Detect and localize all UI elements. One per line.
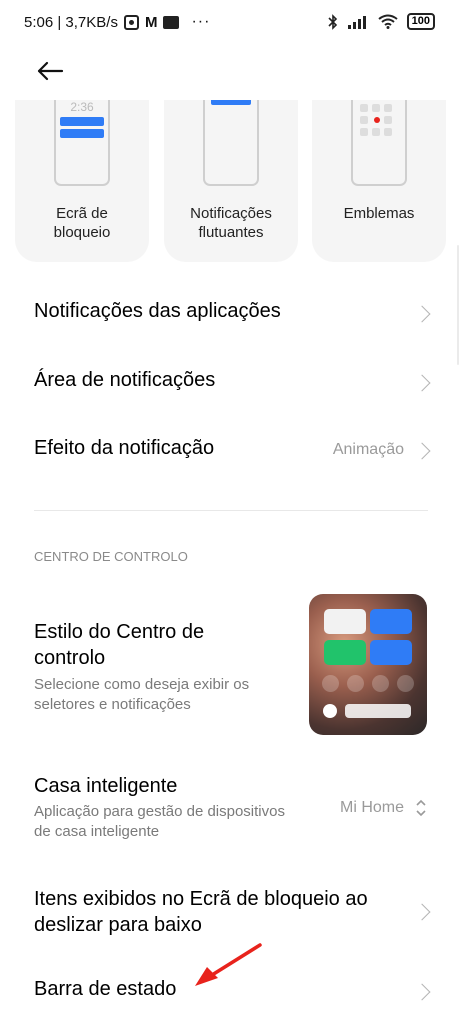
brightness-slider — [345, 704, 411, 718]
row-title-line: Itens exibidos no Ecrã de bloqueio ao — [34, 888, 368, 910]
bluetooth-icon — [328, 13, 337, 30]
toggle-circle — [397, 675, 414, 692]
tile-blue — [370, 640, 412, 665]
status-time-speed: 5:06 | 3,7KB/s — [24, 13, 118, 31]
battery-icon: 100 — [406, 13, 435, 30]
status-bar: 5:06 | 3,7KB/s M ··· 100 — [0, 0, 461, 44]
scrollbar[interactable] — [457, 245, 459, 365]
row-smart-home[interactable]: Casa inteligente Aplicação para gestão d… — [34, 775, 428, 845]
section-divider — [34, 510, 428, 511]
tile-blue — [370, 609, 412, 634]
row-title: Área de notificações — [34, 369, 216, 391]
card-label-line: Notificações — [190, 205, 272, 222]
row-value: Animação — [332, 441, 404, 458]
toggle-circle — [322, 675, 339, 692]
notification-bar — [60, 117, 104, 126]
floating-phone-preview — [203, 100, 259, 186]
row-title: Casa inteligente — [34, 775, 178, 797]
card-label-line: Ecrã de — [56, 205, 108, 222]
annotation-arrow-icon — [195, 943, 262, 986]
tile-white — [324, 609, 366, 634]
card-label-line: bloqueio — [53, 224, 111, 241]
more-notifications-icon: ··· — [191, 13, 211, 30]
toggle-circle — [372, 675, 389, 692]
status-bar-right: 100 — [328, 13, 435, 30]
signal-icon — [347, 15, 366, 29]
lock-screen-phone-preview: 2:36 — [54, 100, 110, 186]
notification-style-cards: 2:36 Ecrã de bloqueio Notificações flutu… — [15, 100, 446, 262]
floating-notification-bar — [211, 100, 251, 105]
row-title: Itens exibidos no Ecrã de bloqueio ao de… — [34, 886, 404, 938]
control-center-preview-image[interactable] — [309, 594, 427, 735]
toggle-circle — [347, 675, 364, 692]
status-bar-left: 5:06 | 3,7KB/s M ··· — [24, 13, 210, 31]
card-floating-label: Notificações flutuantes — [164, 204, 298, 242]
row-app-notifications[interactable]: Notificações das aplicações — [34, 300, 431, 330]
card-badges[interactable]: Emblemas — [312, 100, 446, 262]
card-floating-notifications[interactable]: Notificações flutuantes — [164, 100, 298, 262]
card-label-line: flutuantes — [198, 224, 264, 241]
row-notification-area[interactable]: Área de notificações — [34, 369, 431, 399]
tile-green — [324, 640, 366, 665]
gb-notification-icon — [163, 15, 180, 29]
row-subtitle-line: de casa inteligente — [34, 823, 160, 840]
chevron-right-icon — [413, 903, 431, 921]
brightness-dot — [323, 704, 337, 718]
card-label-line: Emblemas — [343, 205, 415, 222]
phone-time: 2:36 — [70, 100, 94, 114]
row-notification-effect[interactable]: Efeito da notificação Animação — [34, 437, 431, 467]
chevron-up-down-icon — [416, 799, 426, 817]
row-title: Notificações das aplicações — [34, 300, 281, 322]
back-arrow-icon[interactable] — [35, 56, 65, 86]
section-header-control-center: CENTRO DE CONTROLO — [34, 549, 188, 564]
app-notification-icon — [123, 14, 139, 30]
badges-phone-preview — [351, 100, 407, 186]
row-value: Mi Home — [339, 799, 404, 816]
card-lock-screen[interactable]: 2:36 Ecrã de bloqueio — [15, 100, 149, 262]
notification-bar — [60, 129, 104, 138]
card-badges-label: Emblemas — [312, 204, 446, 223]
wifi-icon — [378, 14, 398, 29]
row-title-line: deslizar para baixo — [34, 914, 202, 936]
card-lock-screen-label: Ecrã de bloqueio — [15, 204, 149, 242]
row-lockscreen-items[interactable]: Itens exibidos no Ecrã de bloqueio ao de… — [34, 886, 431, 938]
badge-dot-icon — [374, 117, 380, 123]
gmail-icon: M — [144, 13, 158, 31]
